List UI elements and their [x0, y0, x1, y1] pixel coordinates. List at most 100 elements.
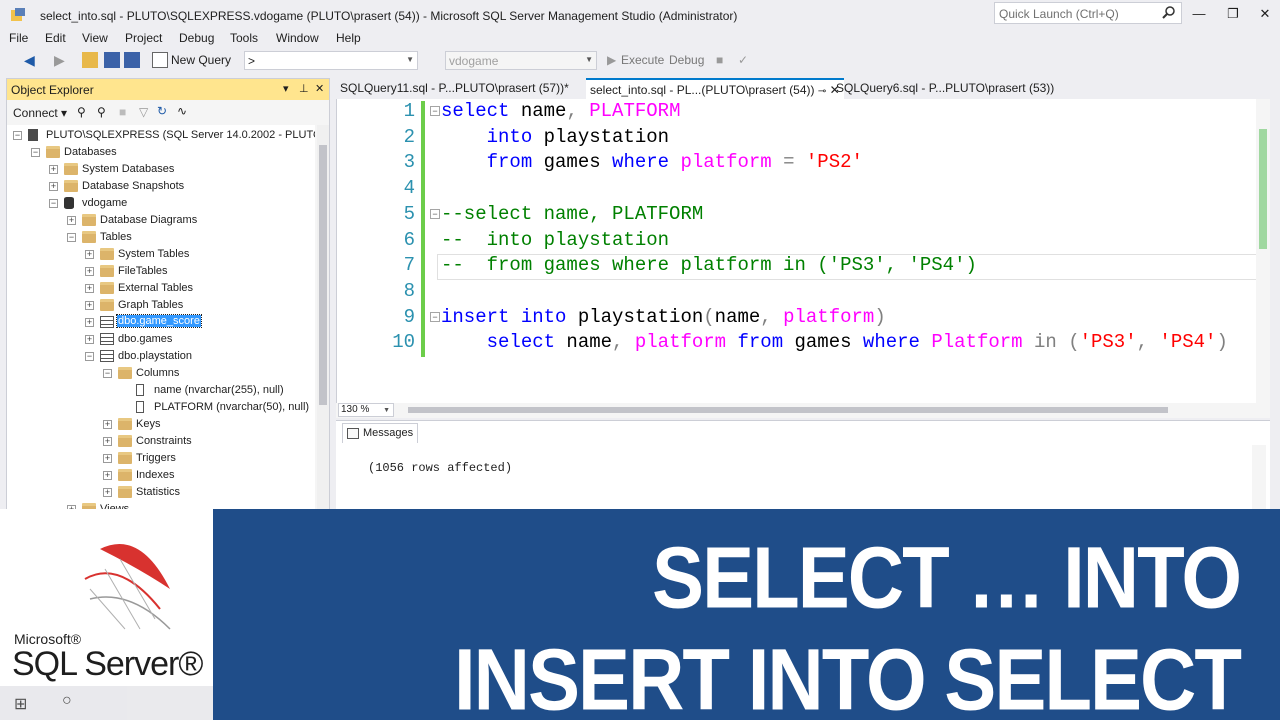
save-all-icon[interactable] — [124, 52, 140, 68]
code-line[interactable]: 3 from games where platform = 'PS2' — [337, 150, 1270, 176]
code-text: --select name, PLATFORM — [441, 202, 704, 225]
expand-icon[interactable]: + — [49, 182, 58, 191]
object-explorer-toolbar: Connect ▾ ⚲ ⚲ ■ ▽ ↻ ∿ — [7, 101, 329, 123]
expand-icon[interactable]: + — [103, 420, 112, 429]
tree-node-label: System Databases — [82, 163, 175, 175]
menu-project[interactable]: Project — [125, 31, 162, 45]
messages-tab[interactable]: Messages — [342, 423, 419, 443]
menu-view[interactable]: View — [82, 31, 108, 45]
open-file-icon[interactable] — [82, 52, 98, 68]
document-tabs: SQLQuery11.sql - P...PLUTO\prasert (57))… — [336, 78, 1280, 99]
line-number: 1 — [403, 100, 415, 122]
folder-icon — [118, 486, 132, 498]
solution-config-combo[interactable]: > ▼ — [244, 51, 418, 70]
tree-node-label: Databases — [64, 146, 117, 158]
code-line[interactable]: 7 -- from games where platform in ('PS3',… — [337, 253, 1270, 279]
code-line[interactable]: 6 -- into playstation — [337, 228, 1270, 254]
line-number: 2 — [403, 125, 415, 148]
database-select[interactable]: vdogame ▼ — [445, 51, 597, 70]
expand-icon[interactable]: + — [85, 284, 94, 293]
expand-icon[interactable]: + — [85, 318, 94, 327]
code-line[interactable]: 1 − select name, PLATFORM — [337, 99, 1270, 125]
new-query-button[interactable]: New Query — [171, 53, 231, 69]
code-text: select name, platform from games where P… — [486, 331, 1228, 354]
zoom-select[interactable]: 130 % ▼ — [338, 403, 394, 417]
code-line[interactable]: 10 select name, platform from games wher… — [337, 330, 1270, 356]
tab-sqlquery11[interactable]: SQLQuery11.sql - P...PLUTO\prasert (57))… — [336, 78, 573, 99]
object-explorer-scrollbar[interactable] — [317, 125, 329, 509]
forward-icon[interactable]: ▶ — [54, 52, 70, 68]
menu-edit[interactable]: Edit — [45, 31, 66, 45]
menu-window[interactable]: Window — [276, 31, 319, 45]
expand-icon[interactable]: + — [49, 165, 58, 174]
restore-icon[interactable]: ❐ — [1218, 4, 1248, 24]
connect-icon[interactable]: ⚲ — [77, 105, 86, 119]
code-line[interactable]: 4 — [337, 176, 1270, 202]
expand-icon[interactable]: + — [67, 216, 76, 225]
expand-icon[interactable]: + — [85, 335, 94, 344]
expand-icon[interactable]: + — [103, 471, 112, 480]
expand-icon[interactable]: + — [103, 454, 112, 463]
disconnect-icon[interactable]: ⚲ — [97, 105, 106, 119]
collapse-icon[interactable]: − — [103, 369, 112, 378]
code-text: select name, PLATFORM — [441, 100, 681, 122]
folder-icon — [100, 299, 114, 311]
horizontal-scrollbar[interactable] — [408, 407, 1168, 413]
collapse-icon[interactable]: − — [85, 352, 94, 361]
collapse-icon[interactable]: − — [13, 131, 22, 140]
menu-debug[interactable]: Debug — [179, 31, 214, 45]
panel-menu-icon[interactable]: ▾ — [283, 82, 289, 95]
table-icon — [100, 333, 114, 345]
collapse-icon[interactable]: − — [430, 208, 440, 219]
parse-icon[interactable]: ✓ — [738, 53, 748, 69]
pin-icon: ⊸ — [817, 86, 827, 97]
connect-button[interactable]: Connect ▾ — [13, 106, 67, 120]
line-number: 3 — [403, 151, 415, 174]
quick-launch-input[interactable]: Quick Launch (Ctrl+Q) — [994, 2, 1182, 24]
folder-icon — [82, 231, 96, 243]
save-icon[interactable] — [104, 52, 120, 68]
editor-scrollbar[interactable] — [1256, 99, 1270, 403]
folder-icon — [82, 214, 96, 226]
expand-icon[interactable]: + — [103, 488, 112, 497]
sql-editor[interactable]: 1− select name, PLATFORM 2 into playstatio… — [336, 99, 1270, 403]
table-icon — [100, 350, 114, 362]
collapse-icon[interactable]: − — [430, 311, 440, 322]
code-line[interactable]: 5 − --select name, PLATFORM — [337, 202, 1270, 228]
back-icon[interactable]: ◀ — [24, 52, 40, 68]
menu-help[interactable]: Help — [336, 31, 361, 45]
code-line[interactable]: 8 — [337, 279, 1270, 305]
menu-file[interactable]: File — [9, 31, 28, 45]
collapse-icon[interactable]: − — [49, 199, 58, 208]
code-text: from games where platform = 'PS2' — [486, 151, 863, 174]
expand-icon[interactable]: + — [85, 267, 94, 276]
code-line[interactable]: 2 into playstation — [337, 125, 1270, 151]
code-line[interactable]: 9 − insert into playstation(name, platform… — [337, 305, 1270, 331]
stop-icon[interactable]: ■ — [119, 105, 126, 119]
expand-icon[interactable]: + — [103, 437, 112, 446]
activity-monitor-icon[interactable]: ∿ — [177, 104, 187, 118]
close-icon[interactable]: ✕ — [315, 82, 324, 95]
stop-icon[interactable]: ■ — [716, 53, 723, 69]
filter-icon[interactable]: ▽ — [139, 105, 148, 119]
expand-icon[interactable]: + — [85, 250, 94, 259]
menu-tools[interactable]: Tools — [230, 31, 258, 45]
tree-node-label: Graph Tables — [118, 299, 184, 311]
pin-icon[interactable]: ⊥ — [299, 82, 309, 95]
tab-sqlquery6[interactable]: SQLQuery6.sql - P...PLUTO\prasert (53)) — [832, 78, 1058, 99]
results-scrollbar[interactable] — [1252, 445, 1266, 511]
windows-start-icon[interactable]: ⊞ — [14, 694, 27, 714]
collapse-icon[interactable]: − — [430, 106, 440, 116]
collapse-icon[interactable]: − — [67, 233, 76, 242]
refresh-icon[interactable]: ↻ — [157, 104, 167, 118]
debug-button[interactable]: Debug — [669, 53, 704, 69]
collapse-icon[interactable]: − — [31, 148, 40, 157]
code-text: insert into playstation(name, platform) — [441, 305, 886, 328]
close-icon[interactable]: ✕ — [1250, 4, 1280, 24]
minimize-icon[interactable]: — — [1184, 4, 1214, 24]
execute-button[interactable]: Execute — [621, 53, 664, 69]
tree-node-label: Columns — [136, 367, 180, 379]
tab-select-into[interactable]: select_into.sql - PL...(PLUTO\prasert (5… — [586, 78, 844, 99]
search-icon[interactable]: ○ — [62, 692, 72, 710]
expand-icon[interactable]: + — [85, 301, 94, 310]
